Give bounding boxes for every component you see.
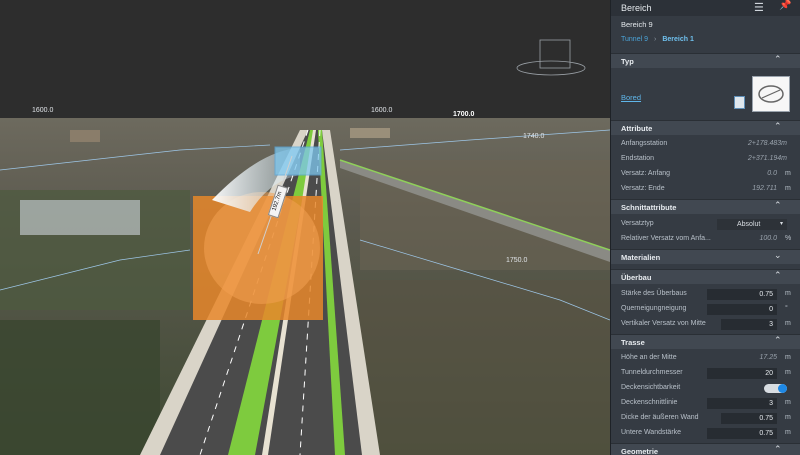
- rel-versatz-row: Relativer Versatz vom Anfa... 100.0 %: [611, 232, 800, 247]
- chevron-down-icon[interactable]: ⌄: [774, 250, 782, 261]
- section-label: Trasse: [621, 338, 645, 347]
- row-unit: m: [785, 170, 791, 177]
- row-key: Relativer Versatz vom Anfa...: [621, 235, 711, 242]
- chevron-down-icon: ▾: [779, 221, 783, 227]
- attr-row: Versatz: Anfang 0.0 m: [611, 167, 800, 182]
- chevron-up-icon[interactable]: ⌃: [774, 270, 782, 281]
- assembly-icon[interactable]: [734, 96, 745, 109]
- row-key: Deckenschnittlinie: [621, 399, 678, 406]
- untere-wandstaerke-input[interactable]: 0.75: [707, 428, 777, 439]
- row-key: Anfangsstation: [621, 140, 668, 147]
- section-schnittattribute[interactable]: Schnittattribute ⌃: [611, 199, 800, 214]
- chevron-up-icon[interactable]: ⌃: [774, 121, 782, 132]
- row-key: Versatz: Ende: [621, 185, 665, 192]
- versatztyp-select[interactable]: Absolut ▾: [717, 219, 787, 230]
- row-unit: °: [785, 305, 788, 312]
- wanddicke-input[interactable]: 0.75: [721, 413, 777, 424]
- row-unit: m: [785, 290, 791, 297]
- breadcrumb: Tunnel 9 › Bereich 1: [621, 36, 694, 43]
- row-unit: m: [785, 369, 791, 376]
- section-ueberbau[interactable]: Überbau ⌃: [611, 269, 800, 284]
- properties-panel: Bereich ☰ 📌 Bereich 9 Tunnel 9 › Bereich 1…: [610, 0, 800, 455]
- section-typ[interactable]: Typ ⌃: [611, 53, 800, 68]
- section-attribute[interactable]: Attribute ⌃: [611, 120, 800, 135]
- vert-versatz-input[interactable]: 3: [721, 319, 777, 330]
- row-unit: m: [785, 320, 791, 327]
- attr-row: Versatz: Ende 192.711 m: [611, 182, 800, 197]
- row-key: Dicke der äußeren Wand: [621, 414, 699, 421]
- row-value: 2+371.194m: [747, 155, 787, 162]
- 3d-viewport[interactable]: 1600.0 1600.0 1700.0 1740.0 1750.0 192.7…: [0, 0, 610, 455]
- section-label: Attribute: [621, 124, 653, 133]
- scene-render: [0, 0, 610, 455]
- ueberbau-row: Vertikaler Versatz von Mitte 3 m: [611, 317, 800, 332]
- attr-row: Endstation 2+371.194m: [611, 152, 800, 167]
- breadcrumb-current: Bereich 1: [662, 36, 694, 43]
- row-key: Höhe an der Mitte: [621, 354, 677, 361]
- row-key: Endstation: [621, 155, 655, 162]
- row-unit: m: [785, 429, 791, 436]
- row-key: Tunneldurchmesser: [621, 369, 683, 376]
- row-unit: m: [785, 414, 791, 421]
- chevron-up-icon[interactable]: ⌃: [774, 335, 782, 346]
- elevation-label: 1700.0: [453, 111, 475, 118]
- row-value: 0.0: [767, 170, 777, 177]
- section-geometrie[interactable]: Geometrie ⌃: [611, 443, 800, 455]
- ueberbau-row: Stärke des Überbaus 0.75 m: [611, 287, 800, 302]
- row-key: Deckensichtbarkeit: [621, 384, 681, 391]
- row-value: 2+178.483m: [747, 140, 787, 147]
- section-label: Geometrie: [621, 447, 659, 455]
- panel-subtitle: Bereich 9: [621, 20, 653, 29]
- elevation-label: 1750.0: [506, 257, 528, 264]
- chevron-up-icon[interactable]: ⌃: [774, 200, 782, 211]
- row-unit: m: [785, 399, 791, 406]
- row-unit: m: [785, 185, 791, 192]
- staerke-input[interactable]: 0.75: [707, 289, 777, 300]
- typ-link[interactable]: Bored: [621, 93, 641, 102]
- chevron-up-icon[interactable]: ⌃: [774, 444, 782, 455]
- row-key: Versatztyp: [621, 220, 654, 227]
- pin-icon[interactable]: 📌: [779, 0, 791, 11]
- menu-icon[interactable]: ☰: [754, 1, 764, 14]
- bored-tunnel-icon: [758, 85, 784, 103]
- section-label: Schnittattribute: [621, 203, 677, 212]
- row-key: Querneigungneigung: [621, 305, 687, 312]
- row-value: 100.0: [759, 235, 777, 242]
- chevron-up-icon[interactable]: ⌃: [774, 54, 782, 65]
- row-key: Vertikaler Versatz von Mitte: [621, 320, 706, 327]
- tunneldurchmesser-input[interactable]: 20: [707, 368, 777, 379]
- row-value: 192.711: [752, 185, 777, 192]
- panel-header: Bereich ☰ 📌: [611, 0, 800, 16]
- trasse-row: Höhe an der Mitte 17.25 m: [611, 351, 800, 366]
- trasse-row: Dicke der äußeren Wand 0.75 m: [611, 411, 800, 426]
- attr-row: Anfangsstation 2+178.483m: [611, 137, 800, 152]
- versatztyp-row: Versatztyp Absolut ▾: [611, 217, 800, 232]
- elevation-label: 1600.0: [371, 107, 393, 114]
- section-label: Typ: [621, 57, 634, 66]
- row-unit: m: [785, 354, 791, 361]
- trasse-row: Untere Wandstärke 0.75 m: [611, 426, 800, 441]
- querneigung-input[interactable]: 0: [707, 304, 777, 315]
- trasse-row: Deckenschnittlinie 3 m: [611, 396, 800, 411]
- row-unit: %: [785, 235, 792, 242]
- deckensichtbarkeit-toggle[interactable]: [764, 384, 787, 393]
- row-key: Stärke des Überbaus: [621, 290, 687, 297]
- section-label: Überbau: [621, 273, 652, 282]
- ueberbau-row: Querneigungneigung 0 °: [611, 302, 800, 317]
- section-label: Materialien: [621, 253, 661, 262]
- section-trasse[interactable]: Trasse ⌃: [611, 334, 800, 349]
- panel-title: Bereich: [621, 3, 652, 13]
- chevron-right-icon: ›: [653, 36, 657, 43]
- row-key: Untere Wandstärke: [621, 429, 682, 436]
- tunnel-type-thumbnail[interactable]: [752, 76, 790, 112]
- elevation-label: 1740.0: [523, 133, 545, 140]
- row-value: 17.25: [759, 354, 777, 361]
- select-value: Absolut: [737, 221, 761, 228]
- elevation-label: 1600.0: [32, 107, 54, 114]
- row-key: Versatz: Anfang: [621, 170, 671, 177]
- section-materialien[interactable]: Materialien ⌄: [611, 249, 800, 264]
- breadcrumb-parent[interactable]: Tunnel 9: [621, 36, 648, 43]
- deckenschnittlinie-input[interactable]: 3: [707, 398, 777, 409]
- trasse-row: Tunneldurchmesser 20 m: [611, 366, 800, 381]
